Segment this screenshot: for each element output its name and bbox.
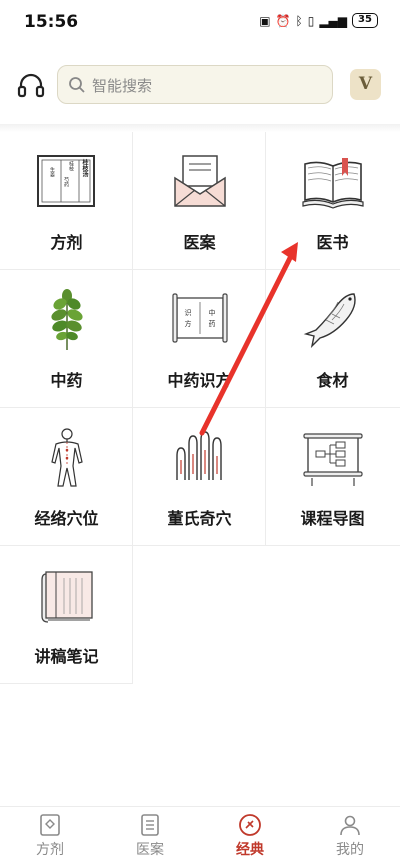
grid-item-label: 中药识方 — [167, 371, 232, 390]
formula-icon — [40, 814, 60, 836]
scroll-icon: 识 方 中 药 — [172, 293, 228, 343]
nav-tab-wode[interactable]: 我的 — [300, 813, 400, 865]
book-line1-text: 桂枝 — [68, 160, 74, 172]
scroll-char-c: 中 — [209, 308, 216, 317]
body-meridian-icon — [51, 428, 83, 487]
nav-label: 医案 — [136, 842, 164, 858]
top-header: 智能搜索 V — [0, 60, 400, 110]
nav-tab-jingdian[interactable]: 经典 — [200, 813, 300, 865]
grid-item-jianggao-biji[interactable]: 讲稿笔记 — [0, 546, 133, 684]
person-icon — [340, 815, 360, 836]
open-book-icon — [302, 158, 364, 209]
grid-item-zhongyao-shifang[interactable]: 识 方 中 药 中药识方 — [133, 270, 266, 408]
scroll-char-d: 药 — [209, 319, 216, 328]
status-icons: ▣ ⏰ ᛒ ▯ ▂▄▆ 35 — [259, 13, 378, 28]
grid-item-shicai[interactable]: 食材 — [266, 270, 400, 408]
grid-item-label: 董氏奇穴 — [167, 509, 232, 528]
flowchart-scroll-icon — [303, 433, 363, 486]
scroll-char-a: 识 — [185, 309, 192, 317]
grid-item-label: 讲稿笔记 — [34, 647, 99, 666]
vip-badge[interactable]: V — [350, 69, 381, 100]
book-line2-text: 芍药 — [63, 176, 69, 188]
nav-label: 方剂 — [36, 842, 64, 858]
grid-item-label: 医书 — [316, 233, 349, 252]
grid-item-fangji[interactable]: 桂枝汤 桂枝 芍药 生姜 方剂 — [0, 132, 133, 270]
grid-item-label: 中药 — [50, 371, 83, 390]
search-placeholder: 智能搜索 — [92, 77, 153, 95]
grid-item-label: 方剂 — [50, 233, 83, 252]
nfc-icon: ▣ — [259, 13, 271, 28]
scroll-char-b: 方 — [185, 319, 192, 328]
grid-item-dongshi-qixue[interactable]: 董氏奇穴 — [133, 408, 266, 546]
grid-item-yishu[interactable]: 医书 — [266, 132, 400, 270]
notebook-icon — [41, 571, 93, 623]
nav-label: 经典 — [236, 842, 264, 858]
status-time: 15:56 — [24, 12, 79, 32]
signal-icon: ▂▄▆ — [319, 13, 347, 28]
grid-item-kecheng-daotu[interactable]: 课程导图 — [266, 408, 400, 546]
book-cover-icon: 桂枝汤 桂枝 芍药 生姜 — [37, 155, 95, 207]
grid-item-yian[interactable]: 医案 — [133, 132, 266, 270]
fingers-icon — [176, 431, 222, 480]
envelope-icon — [174, 155, 226, 207]
search-icon — [69, 77, 85, 93]
bluetooth-icon: ᛒ — [295, 13, 303, 28]
battery-indicator: 35 — [352, 13, 378, 28]
grid-item-label: 课程导图 — [300, 509, 365, 528]
search-input[interactable]: 智能搜索 — [57, 65, 333, 104]
grid-item-jingluo-xuewei[interactable]: 经络穴位 — [0, 408, 133, 546]
headphone-icon[interactable] — [16, 70, 46, 100]
status-bar: 15:56 ▣ ⏰ ᛒ ▯ ▂▄▆ 35 — [0, 0, 400, 44]
grid-item-label: 医案 — [183, 233, 216, 252]
book-line3-text: 生姜 — [49, 166, 55, 177]
nav-tab-fangji[interactable]: 方剂 — [0, 813, 100, 865]
alarm-icon: ⏰ — [275, 13, 291, 28]
header-divider — [0, 124, 400, 132]
fish-icon — [303, 293, 356, 349]
grid-item-zhongyao[interactable]: 中药 — [0, 270, 133, 408]
grid-item-label: 经络穴位 — [34, 509, 99, 528]
nav-label: 我的 — [336, 842, 364, 858]
herb-leaves-icon — [51, 289, 83, 350]
nav-tab-yian[interactable]: 医案 — [100, 813, 200, 865]
book-title-text: 桂枝汤 — [81, 158, 89, 178]
grid-item-label: 食材 — [316, 371, 349, 390]
document-icon — [141, 814, 159, 836]
bottom-nav: 方剂 医案 经典 我的 — [0, 806, 400, 866]
vibrate-icon: ▯ — [307, 13, 315, 28]
classic-icon — [239, 814, 261, 836]
